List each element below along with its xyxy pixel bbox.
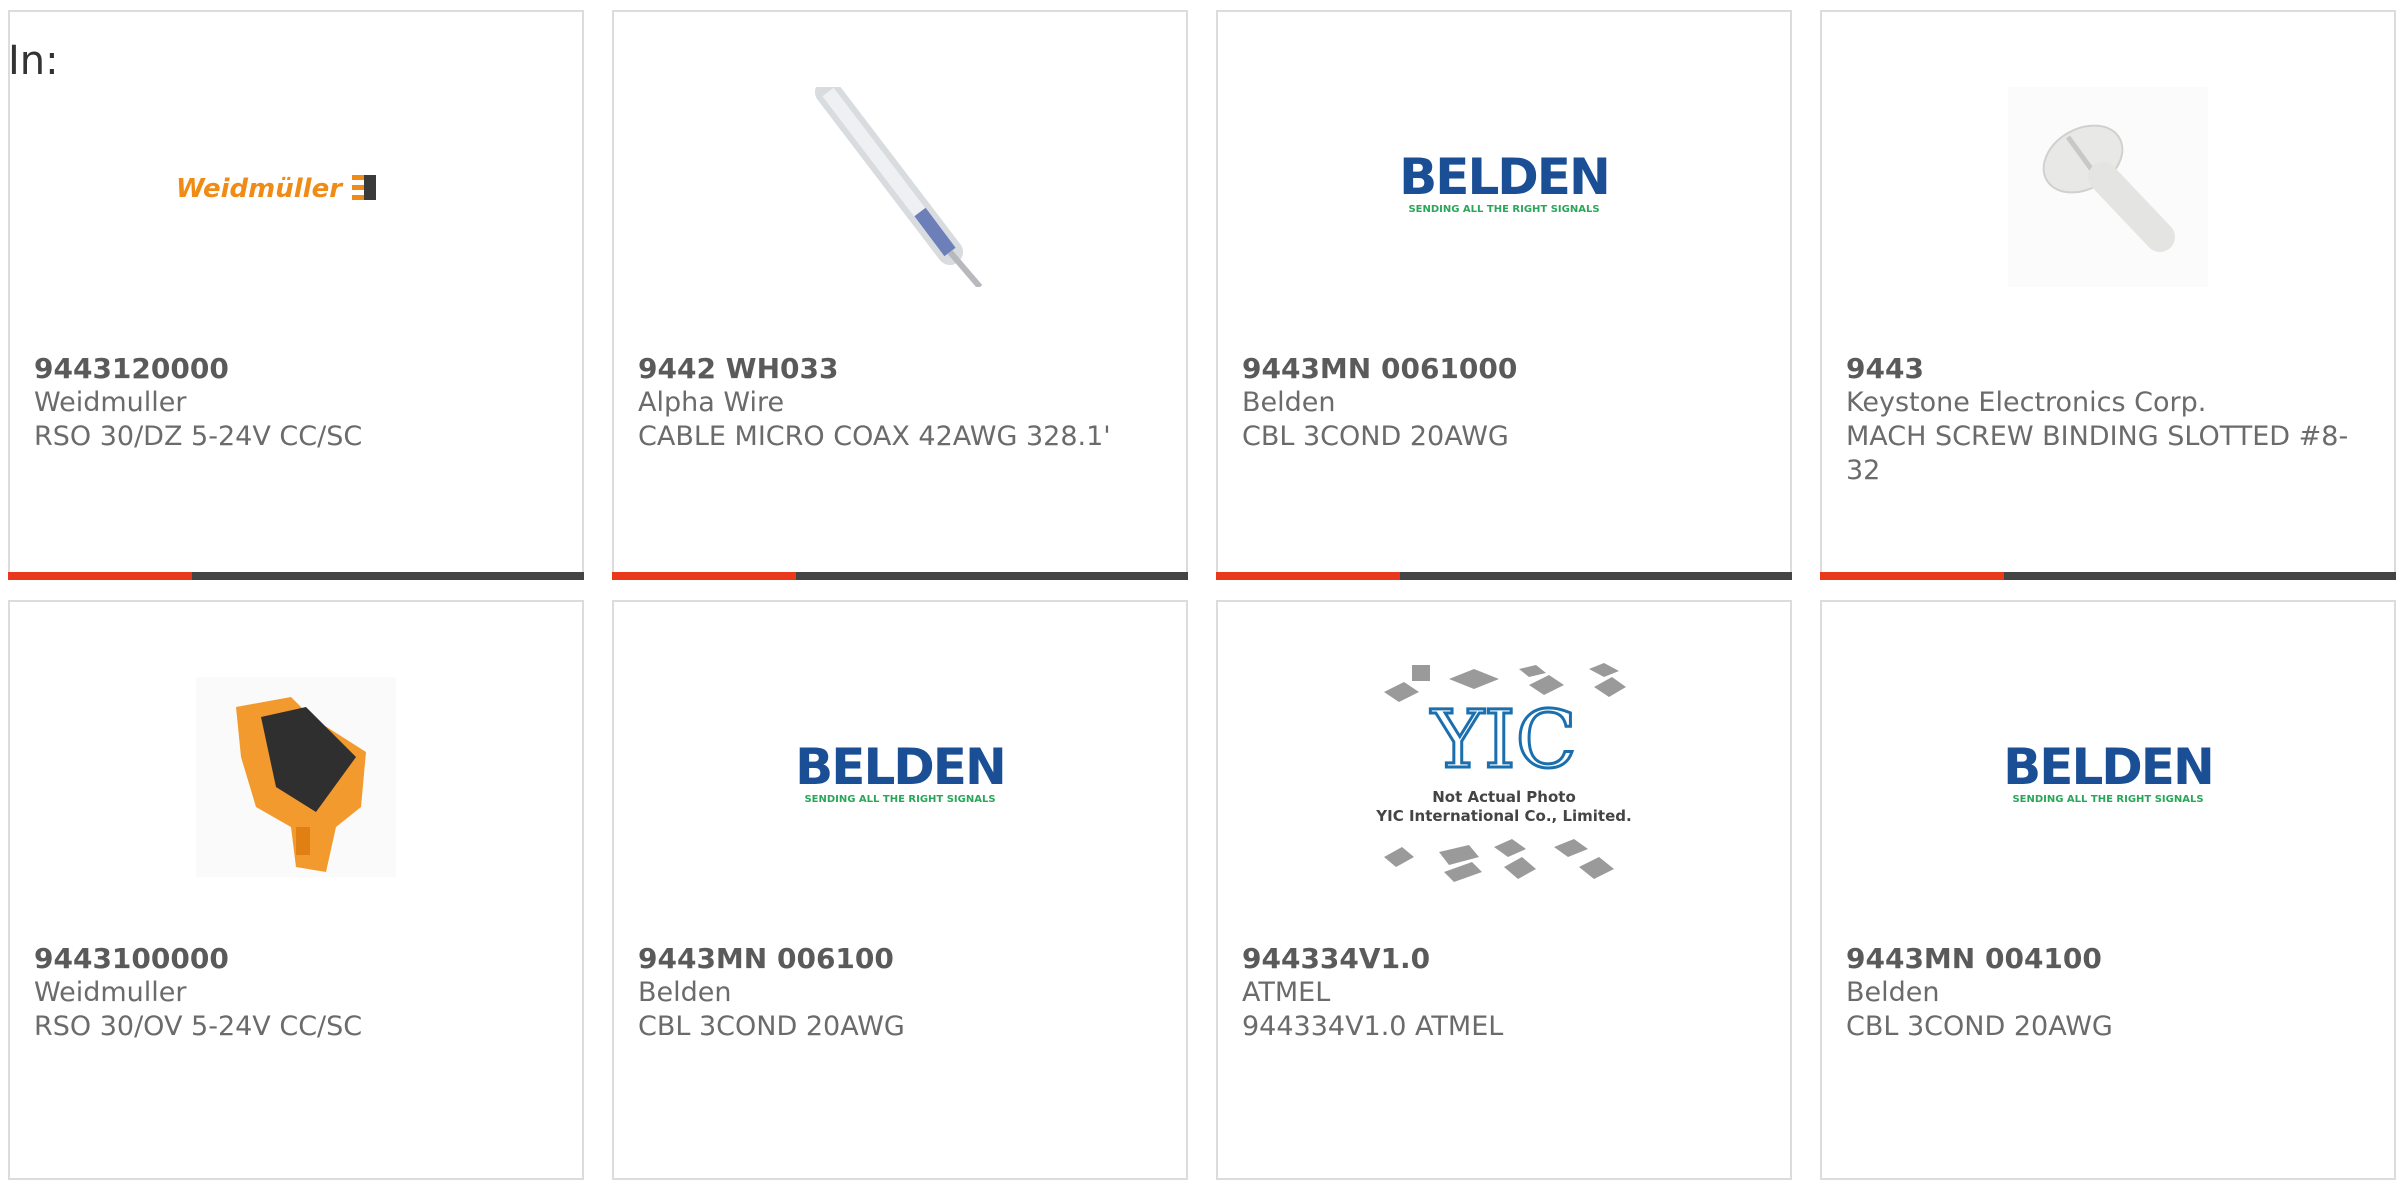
- belden-logo-tagline: SENDING ALL THE RIGHT SIGNALS: [2012, 794, 2203, 805]
- product-image[interactable]: Weidmüller: [10, 72, 582, 302]
- manufacturer: Alpha Wire: [638, 387, 785, 418]
- part-number[interactable]: 9443MN 006100: [638, 942, 1162, 976]
- manufacturer: Keystone Electronics Corp.: [1846, 387, 2207, 418]
- belden-logo-text: BELDEN: [1399, 152, 1609, 206]
- yic-placeholder: YIC Not Actual Photo YIC International C…: [1375, 663, 1632, 882]
- belden-logo-tagline: SENDING ALL THE RIGHT SIGNALS: [1408, 204, 1599, 215]
- product-image[interactable]: YIC Not Actual Photo YIC International C…: [1218, 662, 1790, 892]
- part-number[interactable]: 9443100000: [34, 942, 558, 976]
- product-card[interactable]: 9442 WH033 Alpha Wire CABLE MICRO COAX 4…: [612, 10, 1188, 580]
- product-card[interactable]: BELDEN SENDING ALL THE RIGHT SIGNALS 944…: [1820, 600, 2396, 1180]
- product-card[interactable]: YIC Not Actual Photo YIC International C…: [1216, 600, 1792, 1180]
- placeholder-line1: Not Actual Photo: [1432, 788, 1576, 806]
- description: CBL 3COND 20AWG: [1242, 421, 1509, 452]
- part-number[interactable]: 944334V1.0: [1242, 942, 1766, 976]
- product-info: 9443120000 Weidmuller RSO 30/DZ 5-24V CC…: [34, 352, 558, 454]
- card-bar: [8, 572, 584, 580]
- belden-logo-text: BELDEN: [2003, 742, 2213, 796]
- product-info: 9443MN 004100 Belden CBL 3COND 20AWG: [1846, 942, 2370, 1044]
- nylon-screw-photo: [2008, 87, 2208, 287]
- manufacturer: ATMEL: [1242, 977, 1331, 1008]
- card-bar: [1216, 572, 1792, 580]
- card-bar: [1820, 572, 2396, 580]
- product-info: 9443MN 0061000 Belden CBL 3COND 20AWG: [1242, 352, 1766, 454]
- in-label: In:: [8, 38, 59, 84]
- product-image[interactable]: BELDEN SENDING ALL THE RIGHT SIGNALS: [614, 662, 1186, 892]
- part-number[interactable]: 9443MN 0061000: [1242, 352, 1766, 386]
- product-info: 9442 WH033 Alpha Wire CABLE MICRO COAX 4…: [638, 352, 1162, 454]
- weidmuller-logo: Weidmüller: [176, 174, 376, 204]
- part-number[interactable]: 9442 WH033: [638, 352, 1162, 386]
- coax-cable-photo: [815, 87, 983, 287]
- product-image[interactable]: BELDEN SENDING ALL THE RIGHT SIGNALS: [1218, 72, 1790, 302]
- card-bar: [612, 572, 1188, 580]
- product-image[interactable]: [1822, 72, 2394, 302]
- description: RSO 30/OV 5-24V CC/SC: [34, 1011, 363, 1042]
- relay-module-photo: [196, 677, 396, 877]
- card-bar-accent: [1216, 572, 1400, 580]
- product-info: 9443100000 Weidmuller RSO 30/OV 5-24V CC…: [34, 942, 558, 1044]
- product-info: 9443 Keystone Electronics Corp. MACH SCR…: [1846, 352, 2370, 488]
- card-bar-accent: [1820, 572, 2004, 580]
- product-image[interactable]: [10, 662, 582, 892]
- part-number[interactable]: 9443120000: [34, 352, 558, 386]
- svg-text:YIC: YIC: [1430, 693, 1577, 786]
- belden-logo-text: BELDEN: [795, 742, 1005, 796]
- manufacturer: Belden: [1846, 977, 1940, 1008]
- product-card[interactable]: Weidmüller 9443120000 Weidmuller RSO 30/…: [8, 10, 584, 580]
- card-bar-accent: [612, 572, 796, 580]
- belden-logo: BELDEN SENDING ALL THE RIGHT SIGNALS: [795, 742, 1005, 805]
- card-bar-accent: [8, 572, 192, 580]
- manufacturer: Belden: [638, 977, 732, 1008]
- product-image[interactable]: [614, 72, 1186, 302]
- product-card[interactable]: 9443 Keystone Electronics Corp. MACH SCR…: [1820, 10, 2396, 580]
- product-card[interactable]: 9443100000 Weidmuller RSO 30/OV 5-24V CC…: [8, 600, 584, 1180]
- weidmuller-logo-text: Weidmüller: [176, 174, 344, 204]
- product-info: 944334V1.0 ATMEL 944334V1.0 ATMEL: [1242, 942, 1766, 1044]
- description: 944334V1.0 ATMEL: [1242, 1011, 1504, 1042]
- product-card[interactable]: BELDEN SENDING ALL THE RIGHT SIGNALS 944…: [1216, 10, 1792, 580]
- product-card[interactable]: BELDEN SENDING ALL THE RIGHT SIGNALS 944…: [612, 600, 1188, 1180]
- part-number[interactable]: 9443: [1846, 352, 2370, 386]
- description: MACH SCREW BINDING SLOTTED #8-32: [1846, 421, 2349, 486]
- product-image[interactable]: BELDEN SENDING ALL THE RIGHT SIGNALS: [1822, 662, 2394, 892]
- product-info: 9443MN 006100 Belden CBL 3COND 20AWG: [638, 942, 1162, 1044]
- description: CABLE MICRO COAX 42AWG 328.1': [638, 421, 1111, 452]
- description: RSO 30/DZ 5-24V CC/SC: [34, 421, 363, 452]
- description: CBL 3COND 20AWG: [638, 1011, 905, 1042]
- belden-logo: BELDEN SENDING ALL THE RIGHT SIGNALS: [1399, 152, 1609, 215]
- manufacturer: Weidmuller: [34, 977, 187, 1008]
- placeholder-line2: YIC International Co., Limited.: [1375, 807, 1631, 825]
- belden-logo: BELDEN SENDING ALL THE RIGHT SIGNALS: [2003, 742, 2213, 805]
- manufacturer: Belden: [1242, 387, 1336, 418]
- manufacturer: Weidmuller: [34, 387, 187, 418]
- belden-logo-tagline: SENDING ALL THE RIGHT SIGNALS: [804, 794, 995, 805]
- part-number[interactable]: 9443MN 004100: [1846, 942, 2370, 976]
- description: CBL 3COND 20AWG: [1846, 1011, 2113, 1042]
